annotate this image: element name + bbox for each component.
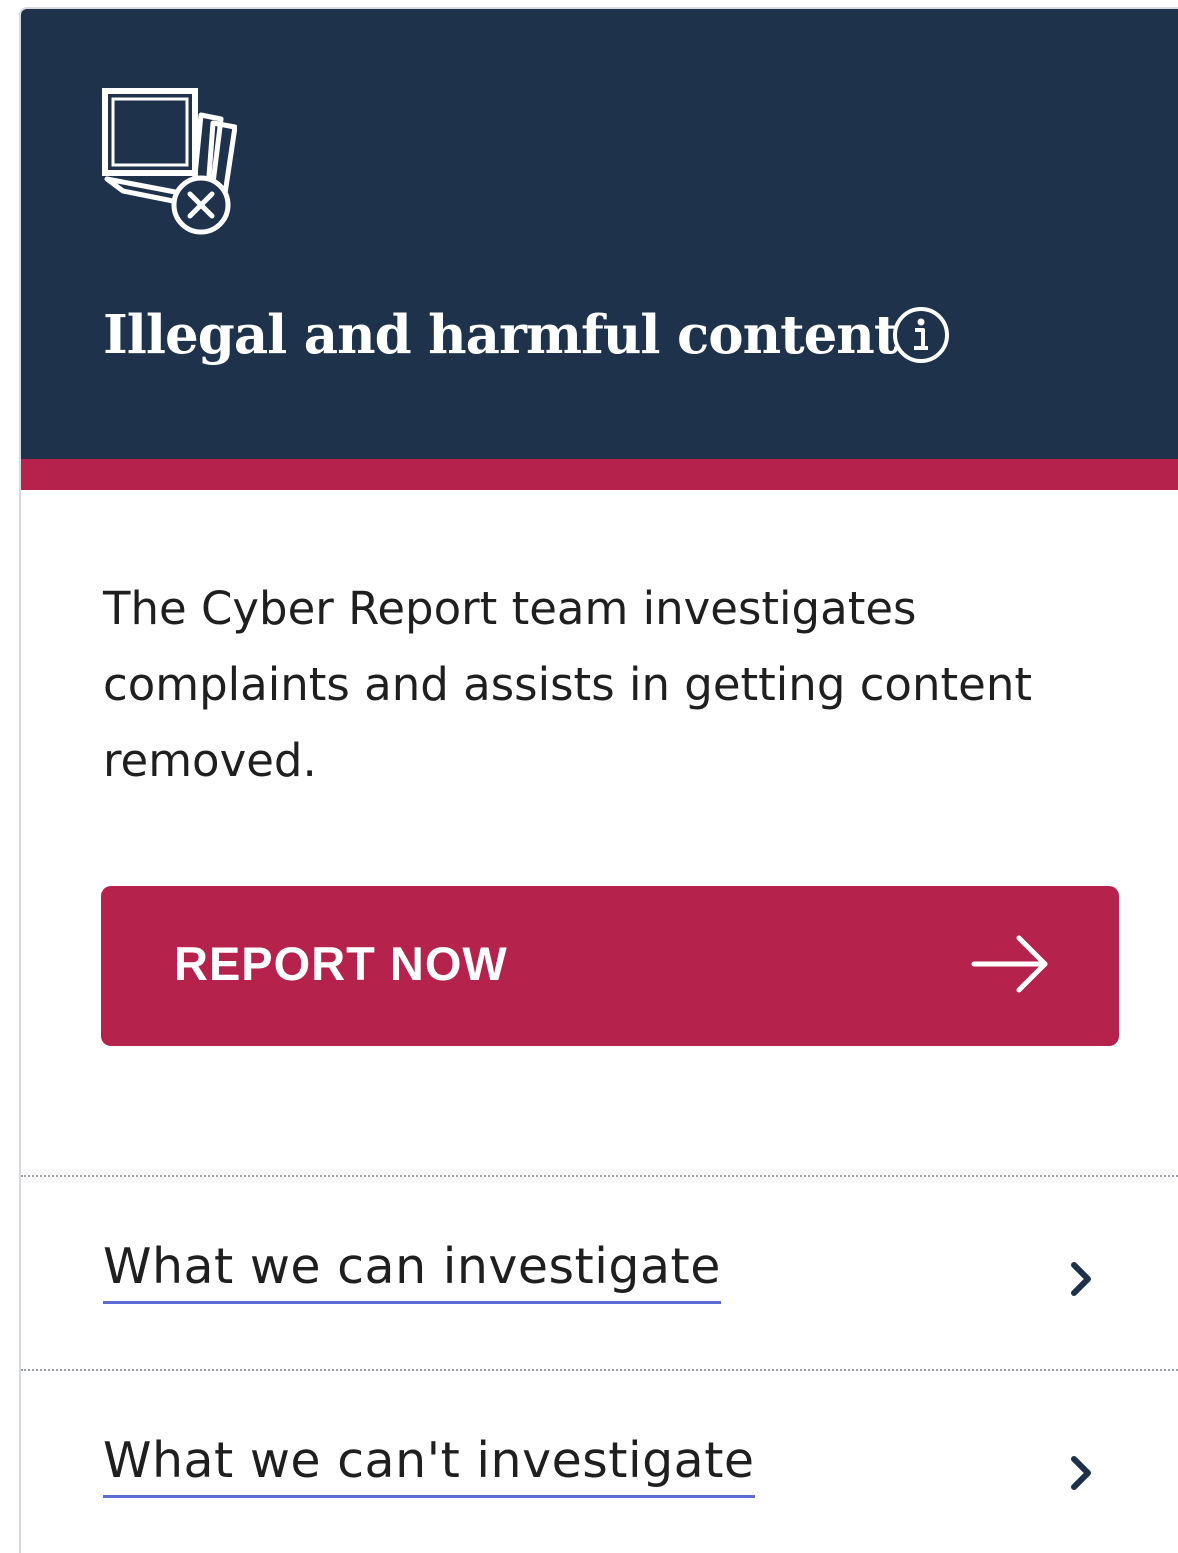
content-removal-icon	[102, 88, 237, 235]
link-what-we-cant-investigate[interactable]: What we can't investigate	[21, 1371, 1178, 1553]
header-accent-bar	[21, 459, 1178, 490]
report-now-label: REPORT NOW	[174, 937, 508, 990]
link-what-we-can-investigate[interactable]: What we can investigate	[21, 1177, 1178, 1367]
card-description: The Cyber Report team investigates compl…	[103, 582, 1032, 787]
link-label[interactable]: What we can investigate	[103, 1237, 721, 1304]
chevron-right-icon	[1071, 1456, 1091, 1490]
arrow-right-icon	[971, 935, 1048, 993]
card-header: Illegal and harmful content	[21, 9, 1178, 459]
info-icon[interactable]	[891, 305, 951, 365]
harmful-content-card: Illegal and harmful content The Cyber Re…	[19, 7, 1178, 1553]
card-title: Illegal and harmful content	[103, 304, 898, 366]
chevron-right-icon	[1071, 1262, 1091, 1296]
report-now-button[interactable]: REPORT NOW	[101, 886, 1119, 1046]
link-label[interactable]: What we can't investigate	[103, 1431, 755, 1498]
card-title-row: Illegal and harmful content	[103, 295, 898, 375]
